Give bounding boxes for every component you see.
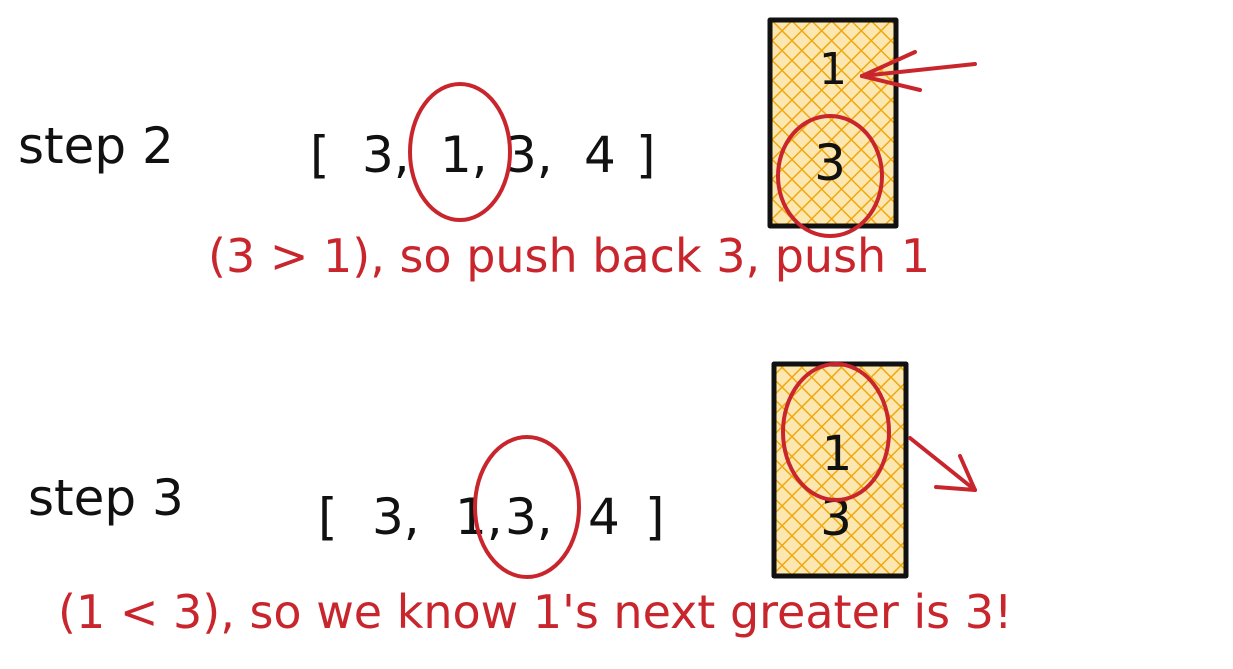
step-3-label: step 3 — [28, 469, 184, 527]
step-3-array-item-1: 3, — [372, 488, 420, 546]
step-3-pop-arrow — [908, 436, 977, 492]
step-3-array: [ 3, 1, 3, 4 ] — [318, 488, 665, 546]
step-2-array: [ 3, 1, 3, 4 ] — [310, 126, 656, 184]
step-2-stack-bottom-value: 3 — [814, 134, 846, 192]
step-2-stack-top-value: 1 — [819, 44, 847, 95]
step-2-array-item-2: 1, — [440, 126, 488, 184]
step-3-note: (1 < 3), so we know 1's next greater is … — [58, 585, 1012, 639]
step-2-array-item-1: 3, — [362, 126, 410, 184]
step-3-array-item-4: 4 — [588, 488, 620, 546]
step-2: step 2 [ 3, 1, 3, 4 ] 1 3 (3 > 1), so pu… — [18, 17, 977, 283]
step-2-array-close-bracket: ] — [636, 126, 656, 184]
step-2-array-item-4: 4 — [584, 126, 616, 184]
step-3-array-item-3: 3, — [505, 488, 553, 546]
step-2-stack: 1 3 — [767, 17, 899, 229]
diagram-canvas: step 2 [ 3, 1, 3, 4 ] 1 3 (3 > 1), so pu… — [18, 17, 1012, 639]
step-2-label: step 2 — [18, 117, 174, 175]
step-2-array-open-bracket: [ — [310, 126, 330, 184]
step-2-note: (3 > 1), so push back 3, push 1 — [208, 229, 930, 283]
step-3-array-close-bracket: ] — [645, 488, 665, 546]
step-3: step 3 [ 3, 1, 3, 4 ] 1 3 (1 < 3), so we… — [28, 361, 1012, 639]
step-3-array-open-bracket: [ — [318, 488, 338, 546]
step-3-stack-top-value: 1 — [822, 426, 853, 482]
step-2-array-item-3: 3, — [505, 126, 553, 184]
